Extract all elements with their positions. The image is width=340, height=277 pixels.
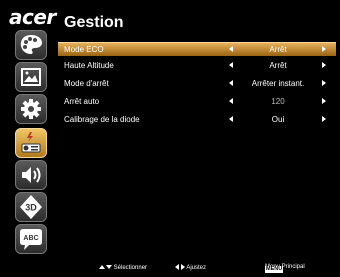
gear-icon [21, 99, 41, 119]
right-arrow-icon[interactable] [322, 62, 326, 68]
right-arrow-icon[interactable] [322, 46, 326, 52]
adjust-hint-label: Ajustez [186, 265, 207, 271]
image-icon [21, 68, 41, 86]
sidebar-item-3d[interactable]: 3D [15, 192, 47, 222]
svg-text:ABC: ABC [23, 235, 38, 242]
row-label: Mode d'arrêt [64, 79, 109, 88]
right-arrow-icon[interactable] [322, 80, 326, 86]
left-right-arrows-icon [175, 264, 185, 270]
projector-osd: acer 3D ABC Gestion Mode ECO Arrêt Haute… [0, 0, 340, 277]
right-arrow-icon[interactable] [322, 98, 326, 104]
menu-row-diode-calibration[interactable]: Calibrage de la diode Oui [58, 113, 336, 126]
select-hint-label: Sélectionner [113, 265, 148, 271]
menu-row-shutdown-mode[interactable]: Mode d'arrêt Arrêter instant. [58, 77, 336, 90]
row-value: Oui [271, 115, 285, 124]
left-arrow-icon[interactable] [229, 46, 233, 52]
sidebar-item-language[interactable]: ABC [15, 224, 47, 254]
footer-hints: Sélectionner Ajustez MENU Menu Principal [58, 262, 340, 274]
right-arrow-icon[interactable] [322, 116, 326, 122]
up-down-arrows-icon [99, 265, 112, 269]
row-label: Haute Altitude [64, 61, 114, 70]
adjust-hint: Ajustez [175, 264, 206, 271]
language-icon: ABC [20, 229, 42, 250]
left-arrow-icon[interactable] [229, 80, 233, 86]
menu-key-badge: MENU [265, 266, 284, 273]
svg-text:3D: 3D [25, 203, 37, 213]
speaker-icon [22, 167, 41, 183]
sidebar-item-image[interactable] [15, 62, 47, 92]
select-hint: Sélectionner [98, 264, 147, 271]
left-arrow-icon[interactable] [229, 62, 233, 68]
row-label: Calibrage de la diode [64, 115, 140, 124]
3d-icon: 3D [20, 195, 42, 219]
row-label: Mode ECO [64, 45, 104, 54]
sidebar-item-settings[interactable] [15, 94, 47, 124]
palette-icon [20, 35, 42, 54]
row-value: Arrêt [269, 61, 287, 70]
left-arrow-icon[interactable] [229, 98, 233, 104]
acer-logo: acer [9, 5, 56, 29]
menu-row-auto-shutdown[interactable]: Arrêt auto 120 [58, 95, 336, 108]
row-value: 120 [271, 97, 285, 106]
sidebar-item-audio[interactable] [15, 160, 47, 190]
main-menu-hint: MENU Menu Principal [265, 264, 305, 273]
sidebar-item-color[interactable] [15, 30, 47, 60]
row-label: Arrêt auto [64, 97, 100, 106]
left-arrow-icon[interactable] [229, 116, 233, 122]
page-title: Gestion [64, 14, 124, 31]
row-value: Arrêt [269, 45, 287, 54]
row-value: Arrêter instant. [251, 79, 305, 88]
sidebar-item-management[interactable] [15, 128, 47, 158]
menu-row-eco-mode[interactable]: Mode ECO Arrêt [58, 42, 336, 56]
menu-row-high-altitude[interactable]: Haute Altitude Arrêt [58, 59, 336, 72]
management-icon [21, 132, 41, 153]
